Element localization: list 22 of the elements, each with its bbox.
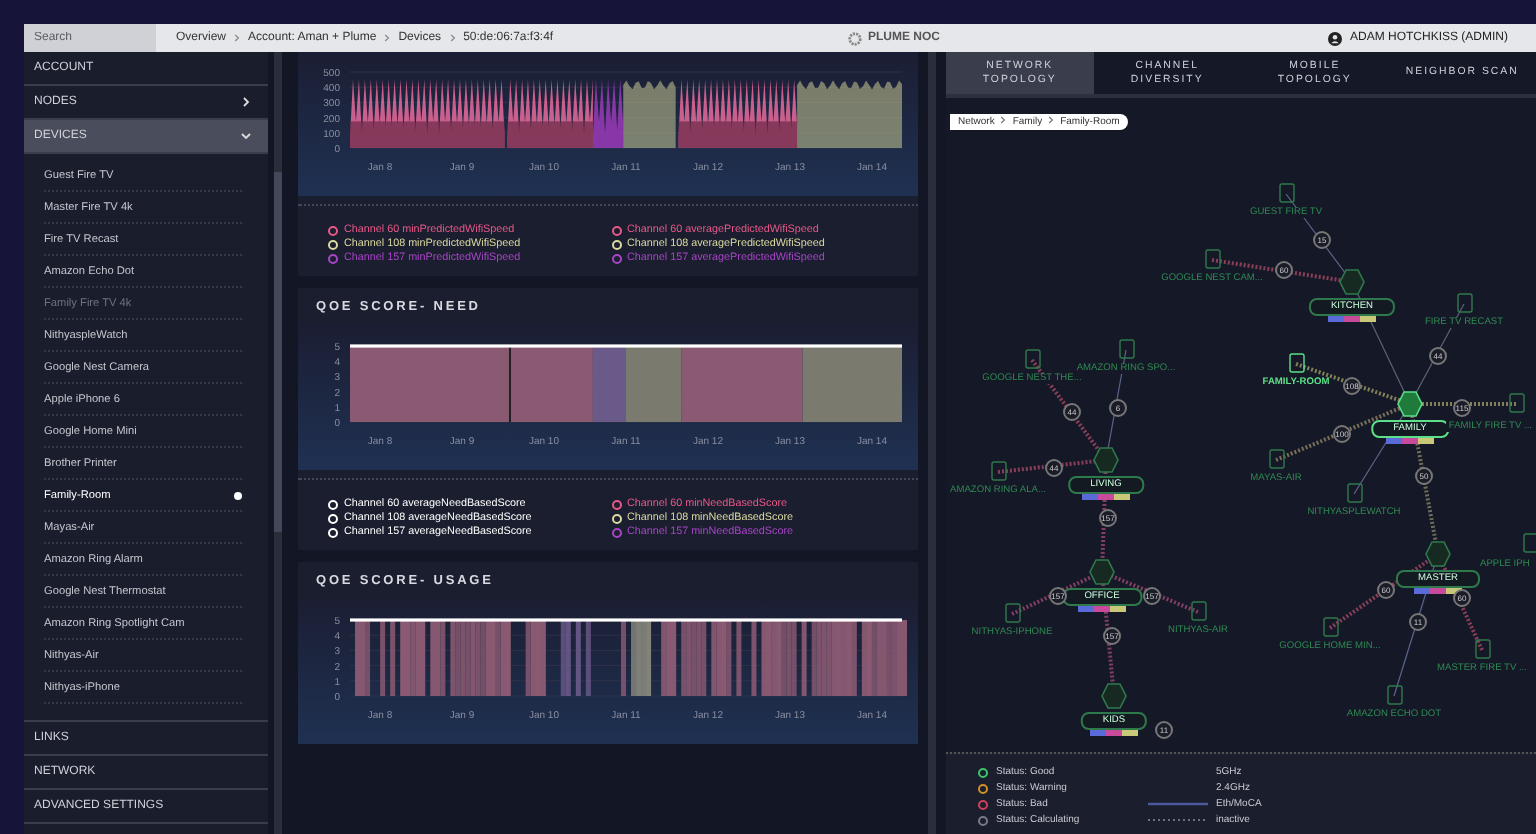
chevron-down-icon: [240, 130, 252, 142]
dotted-line-icon: [1148, 818, 1208, 823]
breadcrumb-chevron-icon: [1000, 116, 1007, 124]
device-icon[interactable]: [1509, 393, 1525, 413]
device-icon[interactable]: [1289, 353, 1305, 373]
channel-strip-icon: [1328, 316, 1376, 322]
user-avatar-icon: [1327, 31, 1342, 45]
channel-strip-icon: [1078, 606, 1126, 612]
breadcrumb-chevron-icon: [1048, 116, 1055, 124]
channel-strip-icon: [1386, 438, 1434, 444]
breadcrumb-chevron-icon: [449, 34, 456, 42]
device-icon[interactable]: [1269, 449, 1285, 469]
breadcrumb-chevron-icon: [384, 34, 391, 42]
scrollbar[interactable]: [274, 52, 282, 834]
chevron-right-icon: [240, 96, 252, 108]
channel-strip-icon: [1090, 730, 1138, 736]
selected-dot-icon: [234, 491, 242, 499]
channel-strip-icon: [1414, 588, 1462, 594]
breadcrumb-chevron-icon: [234, 34, 241, 42]
channel-strip-icon: [1082, 494, 1130, 500]
solid-line-icon: [1148, 802, 1208, 807]
gear-icon: [847, 31, 862, 45]
